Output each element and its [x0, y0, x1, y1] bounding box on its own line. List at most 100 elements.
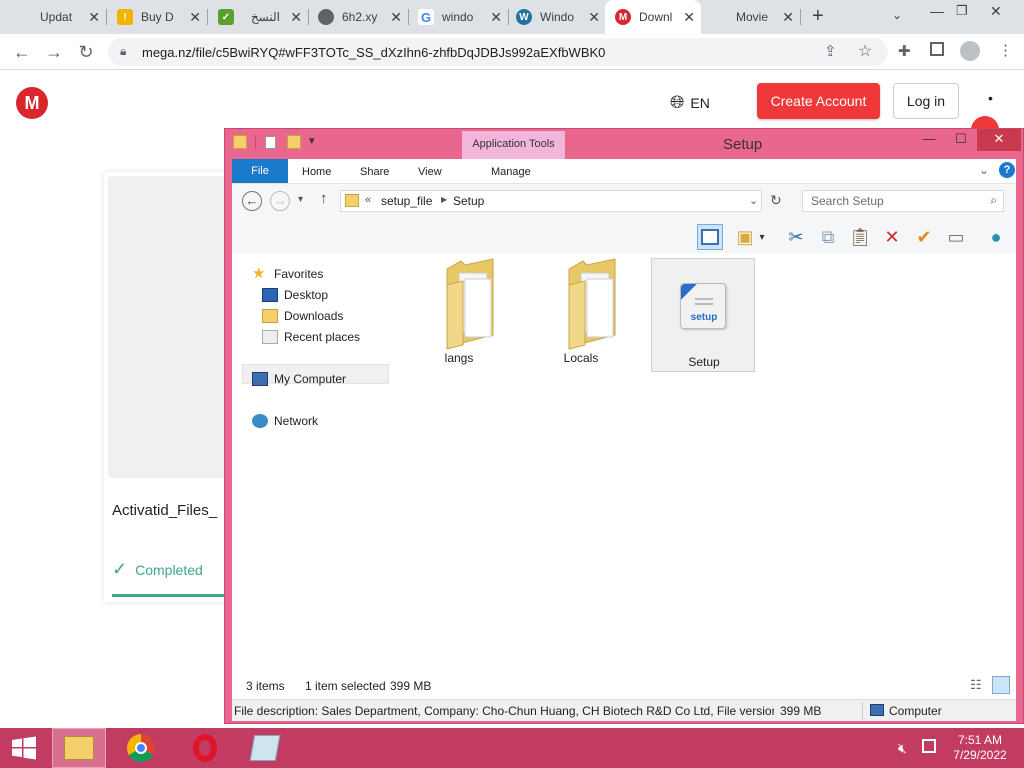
recent-locations-dropdown-icon[interactable]: ▾	[298, 194, 303, 205]
navigation-pane: ★ Favorites Desktop Downloads Recent pla…	[232, 253, 392, 673]
login-button[interactable]: Log in	[893, 83, 959, 119]
profile-avatar-icon[interactable]	[960, 41, 980, 61]
taskbar-file-explorer[interactable]	[52, 728, 106, 768]
minimize-button[interactable]: —	[915, 129, 943, 151]
windows-logo-icon	[12, 736, 36, 760]
breadcrumb-setup[interactable]: Setup	[453, 194, 484, 208]
mega-logo[interactable]: M	[16, 87, 48, 119]
tab-update[interactable]: Updat ✕	[16, 0, 106, 34]
breadcrumb-setup-file[interactable]: setup_file	[381, 194, 432, 208]
maximize-button[interactable]: ☐	[947, 129, 975, 151]
rename-icon[interactable]: ▭	[943, 224, 969, 250]
address-path[interactable]: « setup_file ▶ Setup ⌄	[340, 190, 762, 212]
ribbon-tab-share[interactable]: Share	[360, 166, 389, 178]
window-titlebar[interactable]: ▾ Application Tools Setup — ☐ ✕	[225, 129, 1024, 159]
copy-icon[interactable]: ⧉	[815, 224, 841, 250]
quick-access-dropdown-icon[interactable]: ▾	[309, 134, 315, 147]
delete-icon[interactable]: ✕	[879, 224, 905, 250]
close-icon[interactable]: ✕	[390, 9, 402, 26]
tab-buy[interactable]: ! Buy D ✕	[117, 0, 207, 34]
system-clock[interactable]: 7:51 AM 7/29/2022	[944, 733, 1016, 763]
taskbar-chrome[interactable]	[114, 728, 168, 768]
tab-title: windo	[442, 10, 474, 24]
nav-my-computer[interactable]: My Computer	[252, 372, 346, 386]
ribbon-tabs: File Home Share View Manage ⌄ ?	[232, 159, 1016, 183]
back-arrow-icon[interactable]: ←	[12, 42, 32, 63]
forward-arrow-icon[interactable]: →	[270, 191, 290, 211]
back-arrow-icon[interactable]: ←	[242, 191, 262, 211]
nav-network[interactable]: Network	[252, 414, 318, 428]
kebab-menu-icon[interactable]: ⋮	[998, 41, 1013, 59]
nav-desktop[interactable]: Desktop	[262, 288, 328, 302]
tab-arabic[interactable]: ✓ النسخ ✕	[218, 0, 308, 34]
restore-button[interactable]: ❐	[956, 3, 968, 19]
tab-6h2[interactable]: 6h2.xy ✕	[318, 0, 408, 34]
details-view-icon[interactable]: ☷	[970, 677, 982, 693]
close-icon[interactable]: ✕	[189, 9, 201, 26]
select-checkbox-icon[interactable]: ▣	[732, 224, 758, 250]
help-icon[interactable]: ?	[999, 162, 1015, 178]
tab-google-search[interactable]: G windo ✕	[418, 0, 508, 34]
ribbon-tab-home[interactable]: Home	[302, 166, 331, 178]
ribbon-tab-manage[interactable]: Manage	[491, 166, 531, 178]
bookmark-star-icon[interactable]: ☆	[858, 41, 872, 61]
tab-mega-download[interactable]: M Downl ✕	[605, 0, 701, 34]
preview-pane-icon[interactable]	[697, 224, 723, 250]
tab-movie[interactable]: Movie ✕	[712, 0, 800, 34]
reload-icon[interactable]: ↻	[76, 42, 96, 63]
start-button[interactable]	[0, 728, 48, 768]
menu-icon[interactable]: •	[988, 90, 993, 106]
side-panel-icon[interactable]	[930, 42, 944, 56]
share-icon[interactable]: ⇪	[824, 42, 837, 60]
close-icon[interactable]: ✕	[588, 9, 600, 26]
chevron-down-icon[interactable]: ⌄	[892, 8, 902, 22]
close-window-button[interactable]: ✕	[990, 3, 1002, 20]
tab-windows[interactable]: W Windo ✕	[516, 0, 606, 34]
chevron-right-icon[interactable]: ▶	[441, 195, 447, 204]
extensions-icon[interactable]: ✚	[898, 42, 911, 60]
folder-item-langs[interactable]: langs	[409, 255, 509, 371]
up-arrow-icon[interactable]: ↑	[320, 190, 328, 207]
ribbon-tab-file[interactable]: File	[232, 159, 288, 183]
close-button[interactable]: ✕	[977, 129, 1021, 151]
large-icons-view-icon[interactable]	[992, 676, 1010, 694]
close-icon[interactable]: ✕	[490, 9, 502, 26]
nav-recent-places[interactable]: Recent places	[262, 330, 360, 344]
file-item-setup[interactable]: setup Setup	[651, 258, 755, 372]
nav-downloads[interactable]: Downloads	[262, 309, 343, 323]
chevron-down-icon[interactable]: ▾	[756, 224, 768, 250]
search-icon[interactable]: ⌕	[990, 193, 997, 208]
ribbon-tab-view[interactable]: View	[418, 166, 442, 178]
cut-icon[interactable]: ✂	[783, 224, 809, 250]
folder-item-locals[interactable]: Locals	[531, 255, 631, 371]
forward-arrow-icon[interactable]: →	[44, 42, 64, 63]
close-icon[interactable]: ✕	[683, 9, 695, 26]
properties-icon[interactable]	[265, 136, 276, 149]
paste-icon[interactable]: 📋︎	[847, 224, 873, 250]
chevron-down-icon[interactable]: ⌄	[979, 163, 989, 177]
lock-icon[interactable]: 🔒︎	[120, 44, 126, 59]
taskbar-opera[interactable]	[178, 728, 232, 768]
search-input[interactable]: Search Setup ⌕	[802, 190, 1004, 212]
checkmark-icon: ✓	[112, 559, 128, 579]
close-icon[interactable]: ✕	[290, 9, 302, 26]
address-bar[interactable]: 🔒︎ mega.nz/file/c5BwiRYQ#wFF3TOTc_SS_dXz…	[108, 38, 888, 66]
mega-icon: M	[615, 9, 631, 25]
create-account-button[interactable]: Create Account	[757, 83, 880, 119]
close-icon[interactable]: ✕	[88, 9, 100, 26]
chevron-down-icon[interactable]: ⌄	[749, 194, 758, 207]
new-folder-icon[interactable]	[287, 135, 301, 149]
taskbar-app[interactable]	[238, 728, 292, 768]
language-selector[interactable]: 🌐︎ EN	[670, 92, 710, 113]
checkmark-icon[interactable]: ✔	[911, 224, 937, 250]
globe-icon: 🌐︎	[670, 92, 685, 112]
network-status-icon[interactable]	[922, 739, 936, 753]
new-tab-button[interactable]: +	[812, 5, 824, 28]
nav-favorites[interactable]: ★ Favorites	[252, 266, 323, 281]
minimize-button[interactable]: —	[930, 3, 944, 19]
speaker-muted-icon[interactable]: 🔇︎	[898, 740, 907, 757]
path-overflow[interactable]: «	[365, 194, 371, 206]
shell-icon[interactable]: ●	[983, 224, 1009, 250]
close-icon[interactable]: ✕	[782, 9, 794, 26]
refresh-icon[interactable]: ↻	[770, 192, 782, 209]
